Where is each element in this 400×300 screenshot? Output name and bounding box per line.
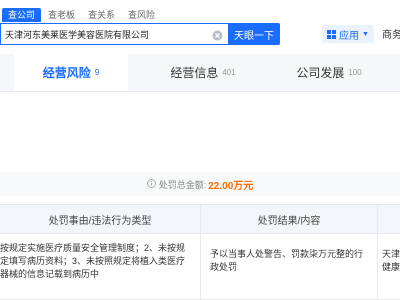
search-tab-boss[interactable]: 查老板	[42, 8, 81, 22]
column-header-result: 处罚结果/内容	[257, 215, 321, 227]
table-row: 按规定实施医疗质量安全管理制度；2、未按规定填写病历资料；3、未按照规定将植入类…	[0, 234, 400, 300]
penalty-reason-cell: 按规定实施医疗质量安全管理制度；2、未按规定填写病历资料；3、未按照规定将植入类…	[0, 243, 186, 279]
top-search-bar: 查公司 查老板 查关系 查风险 天眼一下 应用 ▼ 商务	[0, 0, 400, 48]
tab-label: 经营风险	[42, 66, 91, 80]
info-icon	[146, 178, 156, 190]
search-button[interactable]: 天眼一下	[228, 23, 280, 45]
table-header: 处罚事由/违法行为类型 处罚结果/内容	[0, 204, 400, 234]
penalty-authority-cell[interactable]: 天津健康	[382, 248, 400, 288]
tab-count: 9	[94, 68, 100, 77]
tab-count: 401	[222, 68, 236, 77]
tab-business-info[interactable]: 经营信息 401	[146, 54, 260, 91]
tab-count: 100	[348, 68, 362, 77]
penalty-amount: 22.00万元	[208, 180, 254, 192]
app-menu-button[interactable]: 应用 ▼	[322, 25, 374, 43]
clear-icon[interactable]	[212, 28, 223, 41]
penalty-summary: 处罚总金额: 22.00万元	[0, 172, 400, 196]
app-menu-label: 应用	[339, 30, 360, 42]
tab-business-risk[interactable]: 经营风险 9	[14, 54, 128, 91]
search-type-tabs: 查公司 查老板 查关系 查风险	[2, 8, 162, 22]
column-divider	[377, 234, 378, 299]
tab-company-development[interactable]: 公司发展 100	[272, 54, 386, 91]
tab-label: 经营信息	[170, 66, 219, 80]
section-tabs: 经营风险 9 经营信息 401 公司发展 100	[0, 54, 400, 92]
caret-down-icon: ▼	[362, 30, 369, 38]
column-divider	[200, 234, 201, 299]
penalty-result-cell: 予以当事人处警告、罚款柒万元整的行政处罚	[210, 249, 364, 272]
business-link[interactable]: 商务	[382, 26, 400, 41]
column-header-reason: 处罚事由/违法行为类型	[48, 215, 152, 227]
tab-label: 公司发展	[296, 66, 345, 80]
apps-grid-icon	[327, 29, 337, 39]
search-tab-company[interactable]: 查公司	[2, 8, 42, 22]
search-tab-relation[interactable]: 查关系	[82, 8, 121, 22]
search-input[interactable]	[5, 24, 205, 44]
column-divider	[377, 205, 378, 233]
summary-label: 处罚总金额:	[158, 179, 207, 190]
search-box	[0, 23, 228, 45]
search-tab-risk[interactable]: 查风险	[122, 8, 161, 22]
